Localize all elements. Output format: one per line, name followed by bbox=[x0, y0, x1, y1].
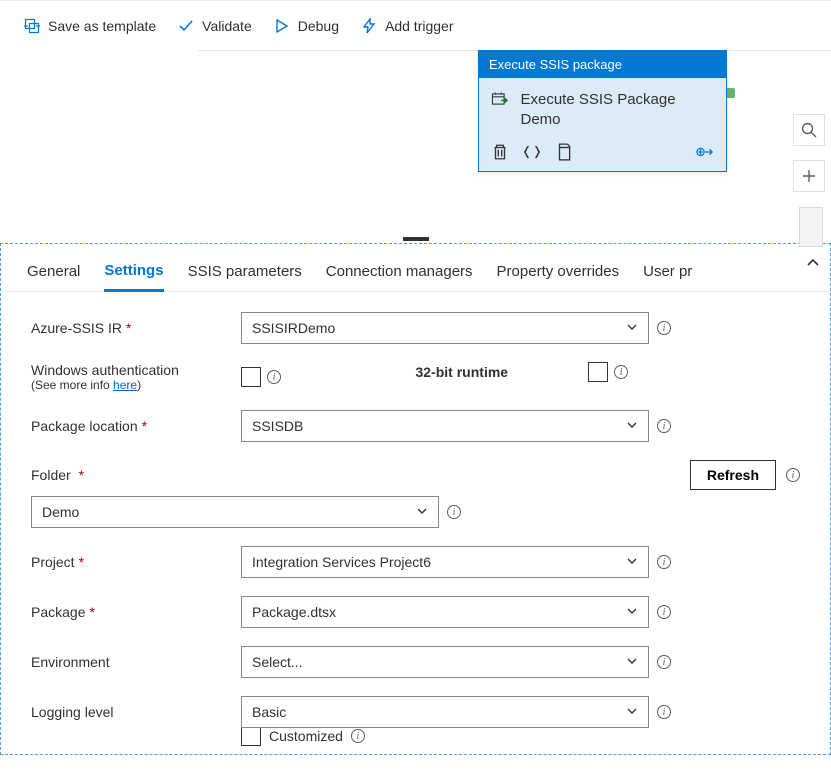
add-trigger-label: Add trigger bbox=[385, 18, 453, 34]
azure-ssis-ir-label: Azure-SSIS IR bbox=[31, 320, 122, 336]
logging-level-label: Logging level bbox=[31, 704, 114, 720]
validate-button[interactable]: Validate bbox=[178, 18, 252, 34]
folder-value: Demo bbox=[42, 504, 79, 520]
play-icon bbox=[274, 18, 290, 34]
logging-level-value: Basic bbox=[252, 704, 286, 720]
info-icon[interactable] bbox=[657, 605, 671, 619]
info-icon[interactable] bbox=[447, 505, 461, 519]
runtime-32bit-checkbox[interactable] bbox=[588, 362, 608, 382]
panel-resize-handle[interactable] bbox=[403, 237, 429, 241]
details-panel: General Settings SSIS parameters Connect… bbox=[0, 243, 831, 755]
debug-button[interactable]: Debug bbox=[274, 18, 339, 34]
project-value: Integration Services Project6 bbox=[252, 554, 431, 570]
required-indicator: * bbox=[79, 554, 84, 570]
save-template-button[interactable]: Save as template bbox=[24, 18, 156, 34]
chevron-down-icon bbox=[626, 705, 638, 717]
chevron-down-icon bbox=[626, 605, 638, 617]
logging-level-select[interactable]: Basic bbox=[241, 696, 649, 728]
windows-auth-here-link[interactable]: here bbox=[113, 378, 137, 392]
activity-title: Execute SSIS Package Demo bbox=[520, 90, 714, 129]
required-indicator: * bbox=[79, 467, 84, 483]
package-select[interactable]: Package.dtsx bbox=[241, 596, 649, 628]
add-button[interactable] bbox=[793, 160, 825, 192]
chevron-down-icon bbox=[626, 419, 638, 431]
environment-label: Environment bbox=[31, 654, 110, 670]
runtime-32bit-label: 32-bit runtime bbox=[416, 364, 509, 380]
info-icon[interactable] bbox=[657, 705, 671, 719]
tab-general[interactable]: General bbox=[27, 255, 80, 290]
project-select[interactable]: Integration Services Project6 bbox=[241, 546, 649, 578]
info-icon[interactable] bbox=[786, 468, 800, 482]
activity-card[interactable]: Execute SSIS package Execute SSIS Packag… bbox=[478, 50, 727, 172]
refresh-button[interactable]: Refresh bbox=[690, 460, 776, 490]
tab-connection-managers[interactable]: Connection managers bbox=[326, 255, 473, 290]
activity-type-header: Execute SSIS package bbox=[479, 51, 726, 78]
add-trigger-button[interactable]: Add trigger bbox=[361, 18, 453, 34]
debug-label: Debug bbox=[298, 18, 339, 34]
search-icon bbox=[801, 122, 817, 138]
windows-auth-sublabel: (See more info here) bbox=[31, 378, 141, 392]
info-icon[interactable] bbox=[657, 655, 671, 669]
validate-label: Validate bbox=[202, 18, 252, 34]
info-icon[interactable] bbox=[351, 729, 365, 743]
package-location-select[interactable]: SSISDB bbox=[241, 410, 649, 442]
package-value: Package.dtsx bbox=[252, 604, 336, 620]
azure-ssis-ir-select[interactable]: SSISIRDemo bbox=[241, 312, 649, 344]
project-label: Project bbox=[31, 554, 75, 570]
customized-label: Customized bbox=[269, 728, 343, 744]
code-icon[interactable] bbox=[523, 143, 541, 161]
pipeline-canvas[interactable]: Execute SSIS package Execute SSIS Packag… bbox=[0, 50, 831, 243]
delete-icon[interactable] bbox=[491, 143, 509, 161]
chevron-down-icon bbox=[626, 321, 638, 333]
collapse-panel-button[interactable] bbox=[806, 256, 820, 273]
info-icon[interactable] bbox=[657, 555, 671, 569]
save-template-label: Save as template bbox=[48, 18, 156, 34]
required-indicator: * bbox=[126, 320, 131, 336]
package-location-label: Package location bbox=[31, 418, 138, 434]
info-icon[interactable] bbox=[657, 419, 671, 433]
tab-ssis-parameters[interactable]: SSIS parameters bbox=[188, 255, 302, 290]
environment-value: Select... bbox=[252, 654, 303, 670]
chevron-down-icon bbox=[626, 655, 638, 667]
environment-select[interactable]: Select... bbox=[241, 646, 649, 678]
folder-label: Folder bbox=[31, 467, 71, 483]
info-icon[interactable] bbox=[267, 370, 281, 384]
required-indicator: * bbox=[89, 604, 94, 620]
chevron-down-icon bbox=[416, 505, 428, 517]
chevron-down-icon bbox=[626, 555, 638, 567]
save-template-icon bbox=[24, 18, 40, 34]
azure-ssis-ir-value: SSISIRDemo bbox=[252, 320, 335, 336]
plus-icon bbox=[801, 168, 817, 184]
minimap-scroll-thumb[interactable] bbox=[799, 207, 823, 247]
package-location-value: SSISDB bbox=[252, 418, 303, 434]
zoom-search-button[interactable] bbox=[793, 114, 825, 146]
windows-auth-checkbox[interactable] bbox=[241, 367, 261, 387]
copy-icon[interactable] bbox=[555, 143, 573, 161]
lightning-icon bbox=[361, 18, 377, 34]
tab-property-overrides[interactable]: Property overrides bbox=[497, 255, 620, 290]
ssis-package-icon bbox=[491, 90, 508, 108]
chevron-up-icon bbox=[806, 256, 820, 270]
folder-select[interactable]: Demo bbox=[31, 496, 439, 528]
tab-settings[interactable]: Settings bbox=[104, 254, 163, 292]
info-icon[interactable] bbox=[657, 321, 671, 335]
windows-auth-label: Windows authentication bbox=[31, 362, 179, 378]
tab-user-properties[interactable]: User pr bbox=[643, 255, 692, 290]
customized-checkbox[interactable] bbox=[241, 726, 261, 746]
add-output-icon[interactable] bbox=[696, 143, 714, 161]
required-indicator: * bbox=[142, 418, 147, 434]
package-label: Package bbox=[31, 604, 85, 620]
checkmark-icon bbox=[178, 18, 194, 34]
info-icon[interactable] bbox=[614, 365, 628, 379]
